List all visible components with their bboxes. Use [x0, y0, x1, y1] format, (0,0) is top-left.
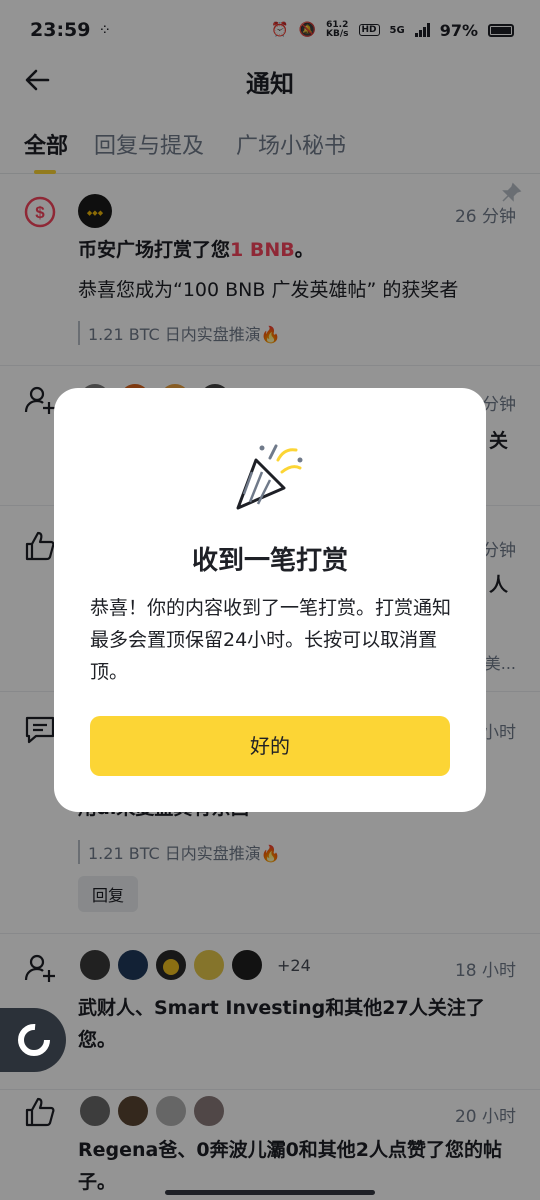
floating-action-button[interactable]	[0, 1008, 66, 1072]
refresh-logo-icon	[18, 1024, 50, 1056]
dialog-body: 恭喜！你的内容收到了一笔打赏。打赏通知最多会置顶保留24小时。长按可以取消置顶。	[90, 597, 452, 683]
ok-button[interactable]: 好的	[90, 716, 450, 776]
dialog-title: 收到一笔打赏	[191, 546, 348, 576]
home-indicator[interactable]	[165, 1190, 375, 1195]
party-popper-icon	[236, 444, 303, 510]
